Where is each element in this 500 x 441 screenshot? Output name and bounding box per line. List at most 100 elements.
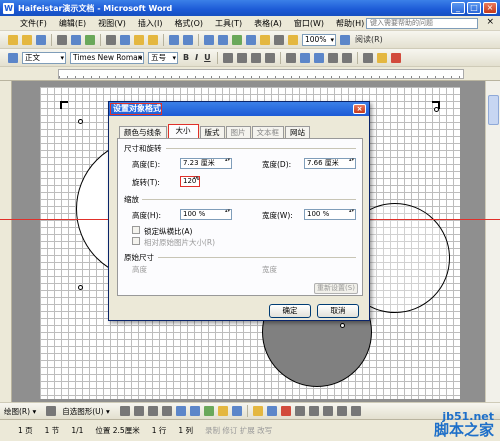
relative-original-checkbox[interactable]	[132, 237, 140, 245]
new-icon[interactable]	[8, 34, 18, 45]
save-icon[interactable]	[36, 34, 46, 45]
menu-table[interactable]: 表格(A)	[248, 18, 288, 29]
indent-icon[interactable]	[327, 52, 338, 63]
paste-icon[interactable]	[134, 34, 144, 45]
dialog-close-button[interactable]: ×	[353, 104, 366, 114]
scale-width-input[interactable]: 100 %	[304, 209, 356, 220]
highlight-color-icon[interactable]	[376, 52, 387, 63]
size-select[interactable]: 五号	[148, 51, 178, 64]
redo-icon[interactable]	[183, 34, 193, 45]
line-icon[interactable]	[119, 406, 130, 416]
align-center-icon[interactable]	[236, 52, 247, 63]
hyperlink-icon[interactable]	[204, 34, 214, 45]
outdent-icon[interactable]	[341, 52, 352, 63]
style-select[interactable]: 正文	[22, 51, 66, 64]
table-icon[interactable]	[218, 34, 228, 45]
menu-format[interactable]: 格式(O)	[168, 18, 209, 29]
ok-button[interactable]: 确定	[269, 304, 311, 318]
font-color-icon[interactable]	[390, 52, 401, 63]
tab-web[interactable]: 网站	[285, 126, 310, 138]
doc-close-icon[interactable]: ×	[486, 17, 494, 27]
help-search-input[interactable]: 键入需要帮助的问题	[366, 18, 478, 29]
maximize-button[interactable]: □	[467, 2, 481, 14]
excel-icon[interactable]	[232, 34, 242, 45]
selection-handle[interactable]	[340, 323, 345, 328]
numbering-icon[interactable]	[299, 52, 310, 63]
align-left-icon[interactable]	[222, 52, 233, 63]
font-select[interactable]: Times New Roman	[70, 51, 144, 64]
reset-button[interactable]: 重新设置(S)	[314, 283, 358, 294]
tab-layout[interactable]: 版式	[199, 126, 225, 138]
rotate-input[interactable]: 120°	[180, 176, 200, 187]
textbox-icon[interactable]	[175, 406, 186, 416]
copy-icon[interactable]	[120, 34, 130, 45]
scroll-thumb[interactable]	[488, 95, 499, 125]
diagram-icon[interactable]	[203, 406, 214, 416]
minimize-button[interactable]: _	[451, 2, 465, 14]
preview-icon[interactable]	[71, 34, 81, 45]
spelling-icon[interactable]	[85, 34, 95, 45]
tab-textbox[interactable]: 文本框	[251, 126, 284, 138]
menu-tools[interactable]: 工具(T)	[209, 18, 248, 29]
line-color-icon[interactable]	[266, 406, 277, 416]
lock-ratio-checkbox[interactable]	[132, 226, 140, 234]
cut-icon[interactable]	[106, 34, 116, 45]
menu-edit[interactable]: 编辑(E)	[53, 18, 92, 29]
selection-handle[interactable]	[434, 107, 439, 112]
align-right-icon[interactable]	[250, 52, 261, 63]
font-color-icon[interactable]	[280, 406, 291, 416]
dash-style-icon[interactable]	[308, 406, 319, 416]
drawing-icon[interactable]	[260, 34, 270, 45]
bullets-icon[interactable]	[313, 52, 324, 63]
picture-icon[interactable]	[231, 406, 242, 416]
underline-button[interactable]: U	[204, 53, 211, 62]
read-button[interactable]: 阅读(R)	[355, 34, 383, 45]
tab-picture[interactable]: 图片	[225, 126, 251, 138]
print-icon[interactable]	[57, 34, 67, 45]
wordart-icon[interactable]	[189, 406, 200, 416]
arrow-icon[interactable]	[133, 406, 144, 416]
cancel-button[interactable]: 取消	[317, 304, 359, 318]
rectangle-icon[interactable]	[147, 406, 158, 416]
autoshapes-button[interactable]: 自选图形(U) ▾	[62, 406, 110, 417]
tab-colors-lines[interactable]: 颜色与线条	[119, 126, 167, 138]
horizontal-ruler[interactable]	[0, 67, 500, 81]
tab-size[interactable]: 大小	[167, 124, 199, 138]
3d-icon[interactable]	[350, 406, 361, 416]
highlight-icon[interactable]	[288, 34, 298, 45]
vertical-scrollbar[interactable]	[485, 81, 500, 402]
menu-window[interactable]: 窗口(W)	[288, 18, 330, 29]
select-objects-icon[interactable]	[46, 406, 57, 416]
border-icon[interactable]	[362, 52, 373, 63]
bold-button[interactable]: B	[183, 53, 189, 62]
menu-insert[interactable]: 插入(I)	[132, 18, 169, 29]
show-hide-icon[interactable]	[274, 34, 284, 45]
menu-view[interactable]: 视图(V)	[92, 18, 132, 29]
open-icon[interactable]	[22, 34, 32, 45]
shadow-icon[interactable]	[336, 406, 347, 416]
line-style-icon[interactable]	[294, 406, 305, 416]
arrow-style-icon[interactable]	[322, 406, 333, 416]
menu-file[interactable]: 文件(F)	[14, 18, 53, 29]
selection-handle[interactable]	[78, 119, 83, 124]
width-input[interactable]: 7.66 厘米	[304, 158, 356, 169]
italic-button[interactable]: I	[195, 53, 198, 62]
draw-menu-button[interactable]: 绘图(R) ▾	[4, 406, 36, 417]
vertical-ruler[interactable]	[0, 81, 12, 402]
close-button[interactable]: ×	[483, 2, 497, 14]
menu-help[interactable]: 帮助(H)	[330, 18, 370, 29]
height-input[interactable]: 7.23 厘米	[180, 158, 232, 169]
undo-icon[interactable]	[169, 34, 179, 45]
selection-handle[interactable]	[78, 285, 83, 290]
columns-icon[interactable]	[246, 34, 256, 45]
fill-color-icon[interactable]	[252, 406, 263, 416]
oval-icon[interactable]	[161, 406, 172, 416]
format-painter-icon[interactable]	[148, 34, 158, 45]
help-icon[interactable]	[340, 34, 350, 45]
line-spacing-icon[interactable]	[285, 52, 296, 63]
clipart-icon[interactable]	[217, 406, 228, 416]
styles-icon[interactable]	[8, 52, 18, 63]
zoom-select[interactable]: 100%	[302, 33, 336, 46]
scale-height-input[interactable]: 100 %	[180, 209, 232, 220]
justify-icon[interactable]	[264, 52, 275, 63]
